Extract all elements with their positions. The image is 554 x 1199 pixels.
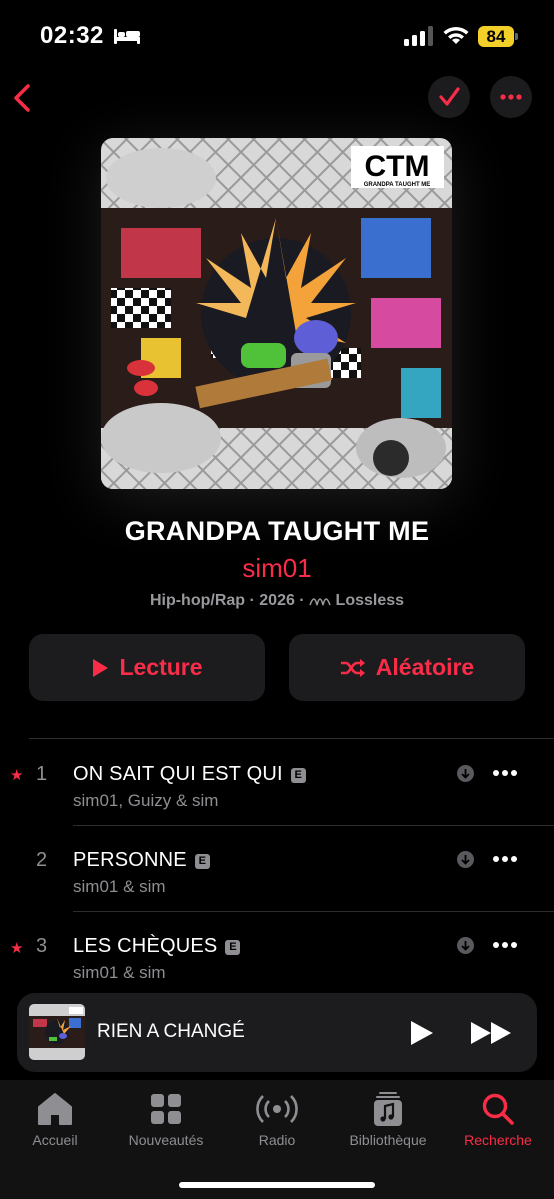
shuffle-button-label: Aléatoire — [375, 654, 475, 680]
track-more-icon[interactable] — [492, 769, 518, 777]
lossless-icon — [309, 598, 331, 606]
download-icon[interactable] — [457, 937, 474, 954]
shuffle-icon — [340, 658, 365, 677]
back-chevron-icon[interactable] — [10, 80, 36, 116]
in-library-button[interactable] — [428, 76, 470, 118]
tab-radio[interactable]: Radio — [222, 1090, 332, 1148]
album-title: GRANDPA TAUGHT ME — [124, 516, 430, 546]
track-artists: sim01 & sim — [73, 877, 166, 896]
track-more-icon[interactable] — [492, 855, 518, 863]
wifi-icon — [443, 26, 469, 44]
track-title: ON SAIT QUI EST QUI — [73, 763, 283, 785]
checkmark-icon — [439, 87, 460, 106]
tab-label: Radio — [258, 1132, 296, 1148]
status-bar: 02:32 84 — [0, 0, 554, 70]
track-artists: sim01 & sim — [73, 963, 166, 982]
album-meta: Hip-hop/Rap · 2026 · Lossless — [0, 592, 554, 610]
library-icon — [374, 1092, 402, 1126]
track-number: 2 — [36, 849, 48, 871]
tab-label: Nouveautés — [128, 1132, 204, 1148]
track-row[interactable]: ★ 1 ON SAIT QUI EST QUI E sim01, Guizy & … — [0, 739, 554, 825]
play-button-label: Lecture — [119, 654, 203, 680]
search-icon — [482, 1093, 514, 1125]
explicit-badge: E — [225, 940, 241, 955]
next-track-button[interactable] — [469, 1020, 515, 1046]
track-title-wrap: PERSONNE E — [73, 849, 210, 872]
track-artists: sim01, Guizy & sim — [73, 791, 219, 810]
shuffle-button[interactable]: Aléatoire — [289, 634, 525, 701]
tab-search[interactable]: Recherche — [443, 1090, 553, 1148]
explicit-badge: E — [290, 768, 306, 783]
lossless-label: Lossless — [335, 592, 405, 609]
cover-subtitle: GRANDPA TAUGHT ME — [364, 182, 431, 188]
artist-link[interactable]: sim01 — [0, 553, 554, 584]
cellular-signal-icon — [404, 26, 433, 46]
tab-library[interactable]: Bibliothèque — [333, 1090, 443, 1148]
genre-year: Hip-hop/Rap · 2026 · — [149, 592, 305, 609]
track-more-icon[interactable] — [492, 941, 518, 949]
track-title: PERSONNE — [73, 849, 187, 871]
track-title: LES CHÈQUES — [73, 935, 218, 957]
track-row[interactable]: ★ 3 LES CHÈQUES E sim01 & sim — [0, 912, 554, 998]
favorite-star-icon: ★ — [10, 767, 24, 784]
mini-player-artwork — [29, 1004, 85, 1060]
more-options-button[interactable] — [490, 76, 532, 118]
radio-icon — [256, 1095, 298, 1123]
album-artwork: CTM GRANDPA TAUGHT ME — [101, 138, 452, 489]
tab-label: Accueil — [32, 1132, 78, 1148]
status-time: 02:32 — [40, 22, 104, 49]
battery-level: 84 — [478, 26, 514, 47]
battery-tip — [515, 33, 518, 40]
tab-home[interactable]: Accueil — [0, 1090, 110, 1148]
cover-logo: CTM — [365, 150, 430, 183]
home-indicator[interactable] — [179, 1182, 375, 1188]
tab-label: Bibliothèque — [349, 1132, 427, 1148]
download-icon[interactable] — [457, 765, 474, 782]
play-icon — [93, 658, 109, 677]
track-number: 3 — [36, 935, 48, 957]
favorite-star-icon: ★ — [10, 940, 24, 957]
sleep-focus-icon — [114, 29, 140, 44]
track-title-wrap: ON SAIT QUI EST QUI E — [73, 763, 306, 786]
play-button[interactable]: Lecture — [29, 634, 265, 701]
grid-icon — [151, 1094, 181, 1124]
track-title-wrap: LES CHÈQUES E — [73, 935, 241, 958]
ellipsis-icon — [500, 94, 522, 100]
mini-player[interactable]: RIEN A CHANGÉ — [17, 993, 537, 1072]
now-playing-title: RIEN A CHANGÉ — [97, 1021, 245, 1042]
home-icon — [38, 1093, 72, 1125]
explicit-badge: E — [194, 854, 210, 869]
tab-new[interactable]: Nouveautés — [111, 1090, 221, 1148]
mini-play-button[interactable] — [407, 1019, 435, 1047]
tab-label: Recherche — [464, 1132, 532, 1148]
download-icon[interactable] — [457, 851, 474, 868]
track-number: 1 — [36, 763, 48, 785]
track-row[interactable]: 2 PERSONNE E sim01 & sim — [0, 826, 554, 912]
